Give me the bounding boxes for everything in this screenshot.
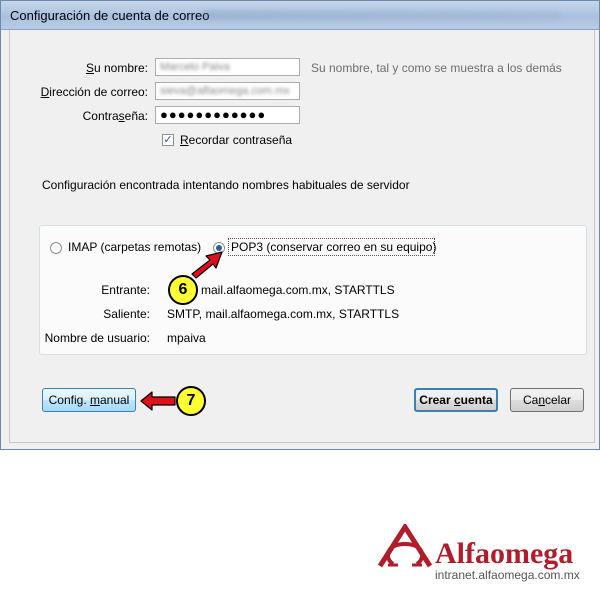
incoming-label: Entrante: <box>101 283 150 297</box>
username-value: mpaiva <box>167 331 206 345</box>
create-account-button[interactable]: Crear cuenta <box>414 388 498 412</box>
name-hint: Su nombre, tal y como se muestra a los d… <box>311 61 562 75</box>
name-label: Su nombre: <box>85 61 148 75</box>
manual-config-button[interactable]: Config. manual <box>42 388 136 412</box>
alfaomega-logo-icon <box>377 524 433 568</box>
imap-radio[interactable] <box>50 242 62 254</box>
email-label: Dirección de correo: <box>40 85 148 99</box>
outgoing-label: Saliente: <box>103 307 150 321</box>
email-field[interactable]: sieva@alfaomega.com.mx <box>155 82 300 100</box>
title-bar-blurred-background <box>201 10 561 20</box>
status-message: Configuración encontrada intentando nomb… <box>42 178 410 192</box>
brand-url: intranet.alfaomega.com.mx <box>435 568 580 582</box>
password-field[interactable]: ●●●●●●●●●●●● <box>155 106 300 124</box>
remember-password-label: Recordar contraseña <box>180 133 293 147</box>
outgoing-value: SMTP, mail.alfaomega.com.mx, STARTTLS <box>167 307 400 321</box>
username-label: Nombre de usuario: <box>44 331 150 345</box>
imap-label: IMAP (carpetas remotas) <box>68 240 202 254</box>
step7-arrow-icon <box>140 391 176 411</box>
cancel-button[interactable]: Cancelar <box>510 388 584 412</box>
step6-badge: 6 <box>168 275 198 305</box>
window-title: Configuración de cuenta de correo <box>10 8 210 23</box>
step6-arrow-icon <box>191 251 223 279</box>
incoming-value: mail.alfaomega.com.mx, STARTTLS <box>201 283 395 297</box>
step7-badge: 7 <box>176 386 206 416</box>
password-label: Contraseña: <box>82 109 148 123</box>
brand-name: Alfaomega <box>435 537 574 570</box>
title-bar[interactable]: Configuración de cuenta de correo <box>1 1 599 30</box>
pop3-label: POP3 (conservar correo en su equipo) <box>231 240 437 254</box>
remember-password-checkbox[interactable]: ✓ <box>162 134 174 146</box>
name-field[interactable]: Marcelo Paiva <box>155 58 300 76</box>
